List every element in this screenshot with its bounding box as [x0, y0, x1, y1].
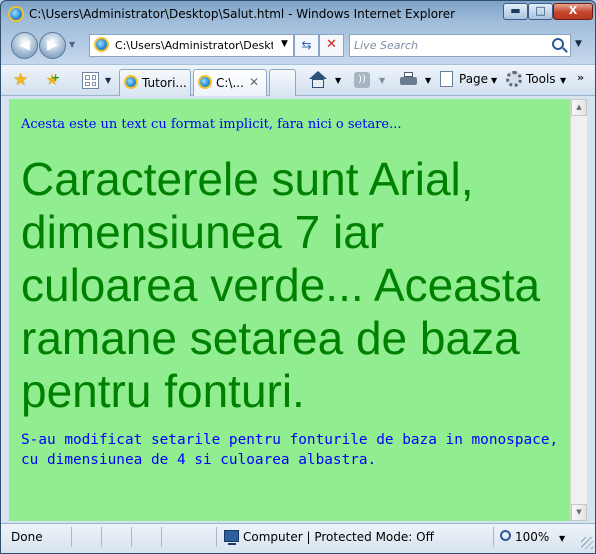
close-button[interactable]: X [553, 3, 593, 20]
search-icon[interactable] [552, 38, 564, 50]
window-title: C:\Users\Administrator\Desktop\Salut.htm… [29, 7, 456, 21]
status-divider [131, 527, 132, 547]
close-tab-icon[interactable]: ✕ [249, 75, 259, 89]
status-text: Done [11, 530, 43, 544]
computer-icon [224, 530, 239, 545]
search-box[interactable] [349, 34, 571, 57]
status-bar: Done Computer | Protected Mode: Off 100%… [1, 523, 595, 553]
zoom-dropdown-icon[interactable]: ▼ [559, 534, 565, 543]
tools-dropdown-icon[interactable]: ▼ [560, 76, 566, 85]
command-bar: ★ ★ ▼ Tutori... C:\... ✕ ▼ )) ▼ ▼ Page ▼… [1, 64, 595, 96]
gear-icon[interactable] [506, 71, 522, 87]
maximize-button[interactable]: □ [528, 3, 553, 20]
title-bar[interactable]: C:\Users\Administrator\Desktop\Salut.htm… [1, 1, 595, 27]
address-dropdown-icon[interactable]: ▼ [281, 39, 288, 49]
status-divider [71, 527, 72, 547]
zoom-icon[interactable] [500, 530, 511, 541]
feeds-dropdown-icon[interactable]: ▼ [379, 76, 385, 85]
add-favorites-icon[interactable]: ★ [45, 70, 61, 89]
page-content: Acesta este un text cu format implicit, … [9, 99, 570, 521]
scroll-down-button[interactable]: ▼ [571, 504, 587, 521]
stop-icon: ✕ [326, 37, 337, 52]
page-icon[interactable] [440, 71, 453, 87]
rss-feed-icon[interactable]: )) [354, 72, 370, 88]
security-zone[interactable]: Computer | Protected Mode: Off [243, 530, 434, 544]
address-bar[interactable]: C:\Users\Administrator\Desktop\Salut.htm… [89, 34, 294, 57]
monospace-blue-text: S-au modificat setarile pentru fonturile… [21, 432, 559, 468]
default-format-text: Acesta este un text cu format implicit, … [21, 117, 402, 132]
tab-list-dropdown-icon[interactable]: ▼ [105, 76, 111, 85]
ie-logo-icon [8, 6, 24, 22]
star-icon[interactable]: ★ [13, 70, 28, 90]
search-options-dropdown-icon[interactable]: ▼ [575, 39, 582, 49]
page-favicon-icon [94, 37, 109, 52]
zoom-level[interactable]: 100% [515, 530, 549, 544]
resize-grip-icon[interactable] [581, 537, 593, 549]
new-tab-button[interactable] [269, 69, 296, 96]
back-button[interactable]: ◀ [11, 32, 38, 59]
history-dropdown-icon[interactable]: ▼ [69, 40, 75, 49]
page-dropdown-icon[interactable]: ▼ [491, 76, 497, 85]
refresh-icon: ⇆ [301, 38, 312, 52]
quick-tabs-icon[interactable] [82, 72, 99, 89]
status-divider [216, 527, 217, 547]
address-input[interactable]: C:\Users\Administrator\Desktop\Salut.htm… [115, 39, 273, 52]
printer-icon[interactable] [400, 72, 417, 87]
forward-button[interactable]: ▶ [39, 32, 66, 59]
page-menu-button[interactable]: Page [459, 72, 488, 86]
stop-button[interactable]: ✕ [319, 34, 344, 57]
arial-green-text: Caracterele sunt Arial, dimensiunea 7 ia… [21, 153, 541, 417]
vertical-scrollbar[interactable]: ▲ ▼ [570, 99, 587, 521]
tab-label: C:\... [216, 76, 244, 90]
arrow-left-icon: ◀ [19, 37, 30, 53]
ie-window: C:\Users\Administrator\Desktop\Salut.htm… [0, 0, 596, 554]
search-input[interactable] [354, 38, 534, 53]
arrow-right-icon: ▶ [47, 37, 58, 53]
status-divider [493, 527, 494, 547]
tab-tutorial[interactable]: Tutori... [119, 69, 191, 96]
minimize-button[interactable]: ▬ [503, 3, 528, 20]
tab-favicon-icon [124, 75, 138, 89]
tools-menu-button[interactable]: Tools [526, 72, 556, 86]
refresh-button[interactable]: ⇆ [294, 34, 319, 57]
scroll-up-button[interactable]: ▲ [571, 99, 587, 116]
tab-label: Tutori... [142, 76, 187, 90]
more-commands-icon[interactable]: » [577, 71, 584, 84]
tab-favicon-icon [198, 75, 212, 89]
status-divider [101, 527, 102, 547]
tab-salut[interactable]: C:\... ✕ [193, 69, 267, 96]
status-divider [161, 527, 162, 547]
home-icon[interactable] [309, 71, 327, 88]
print-dropdown-icon[interactable]: ▼ [425, 76, 431, 85]
home-dropdown-icon[interactable]: ▼ [335, 76, 341, 85]
